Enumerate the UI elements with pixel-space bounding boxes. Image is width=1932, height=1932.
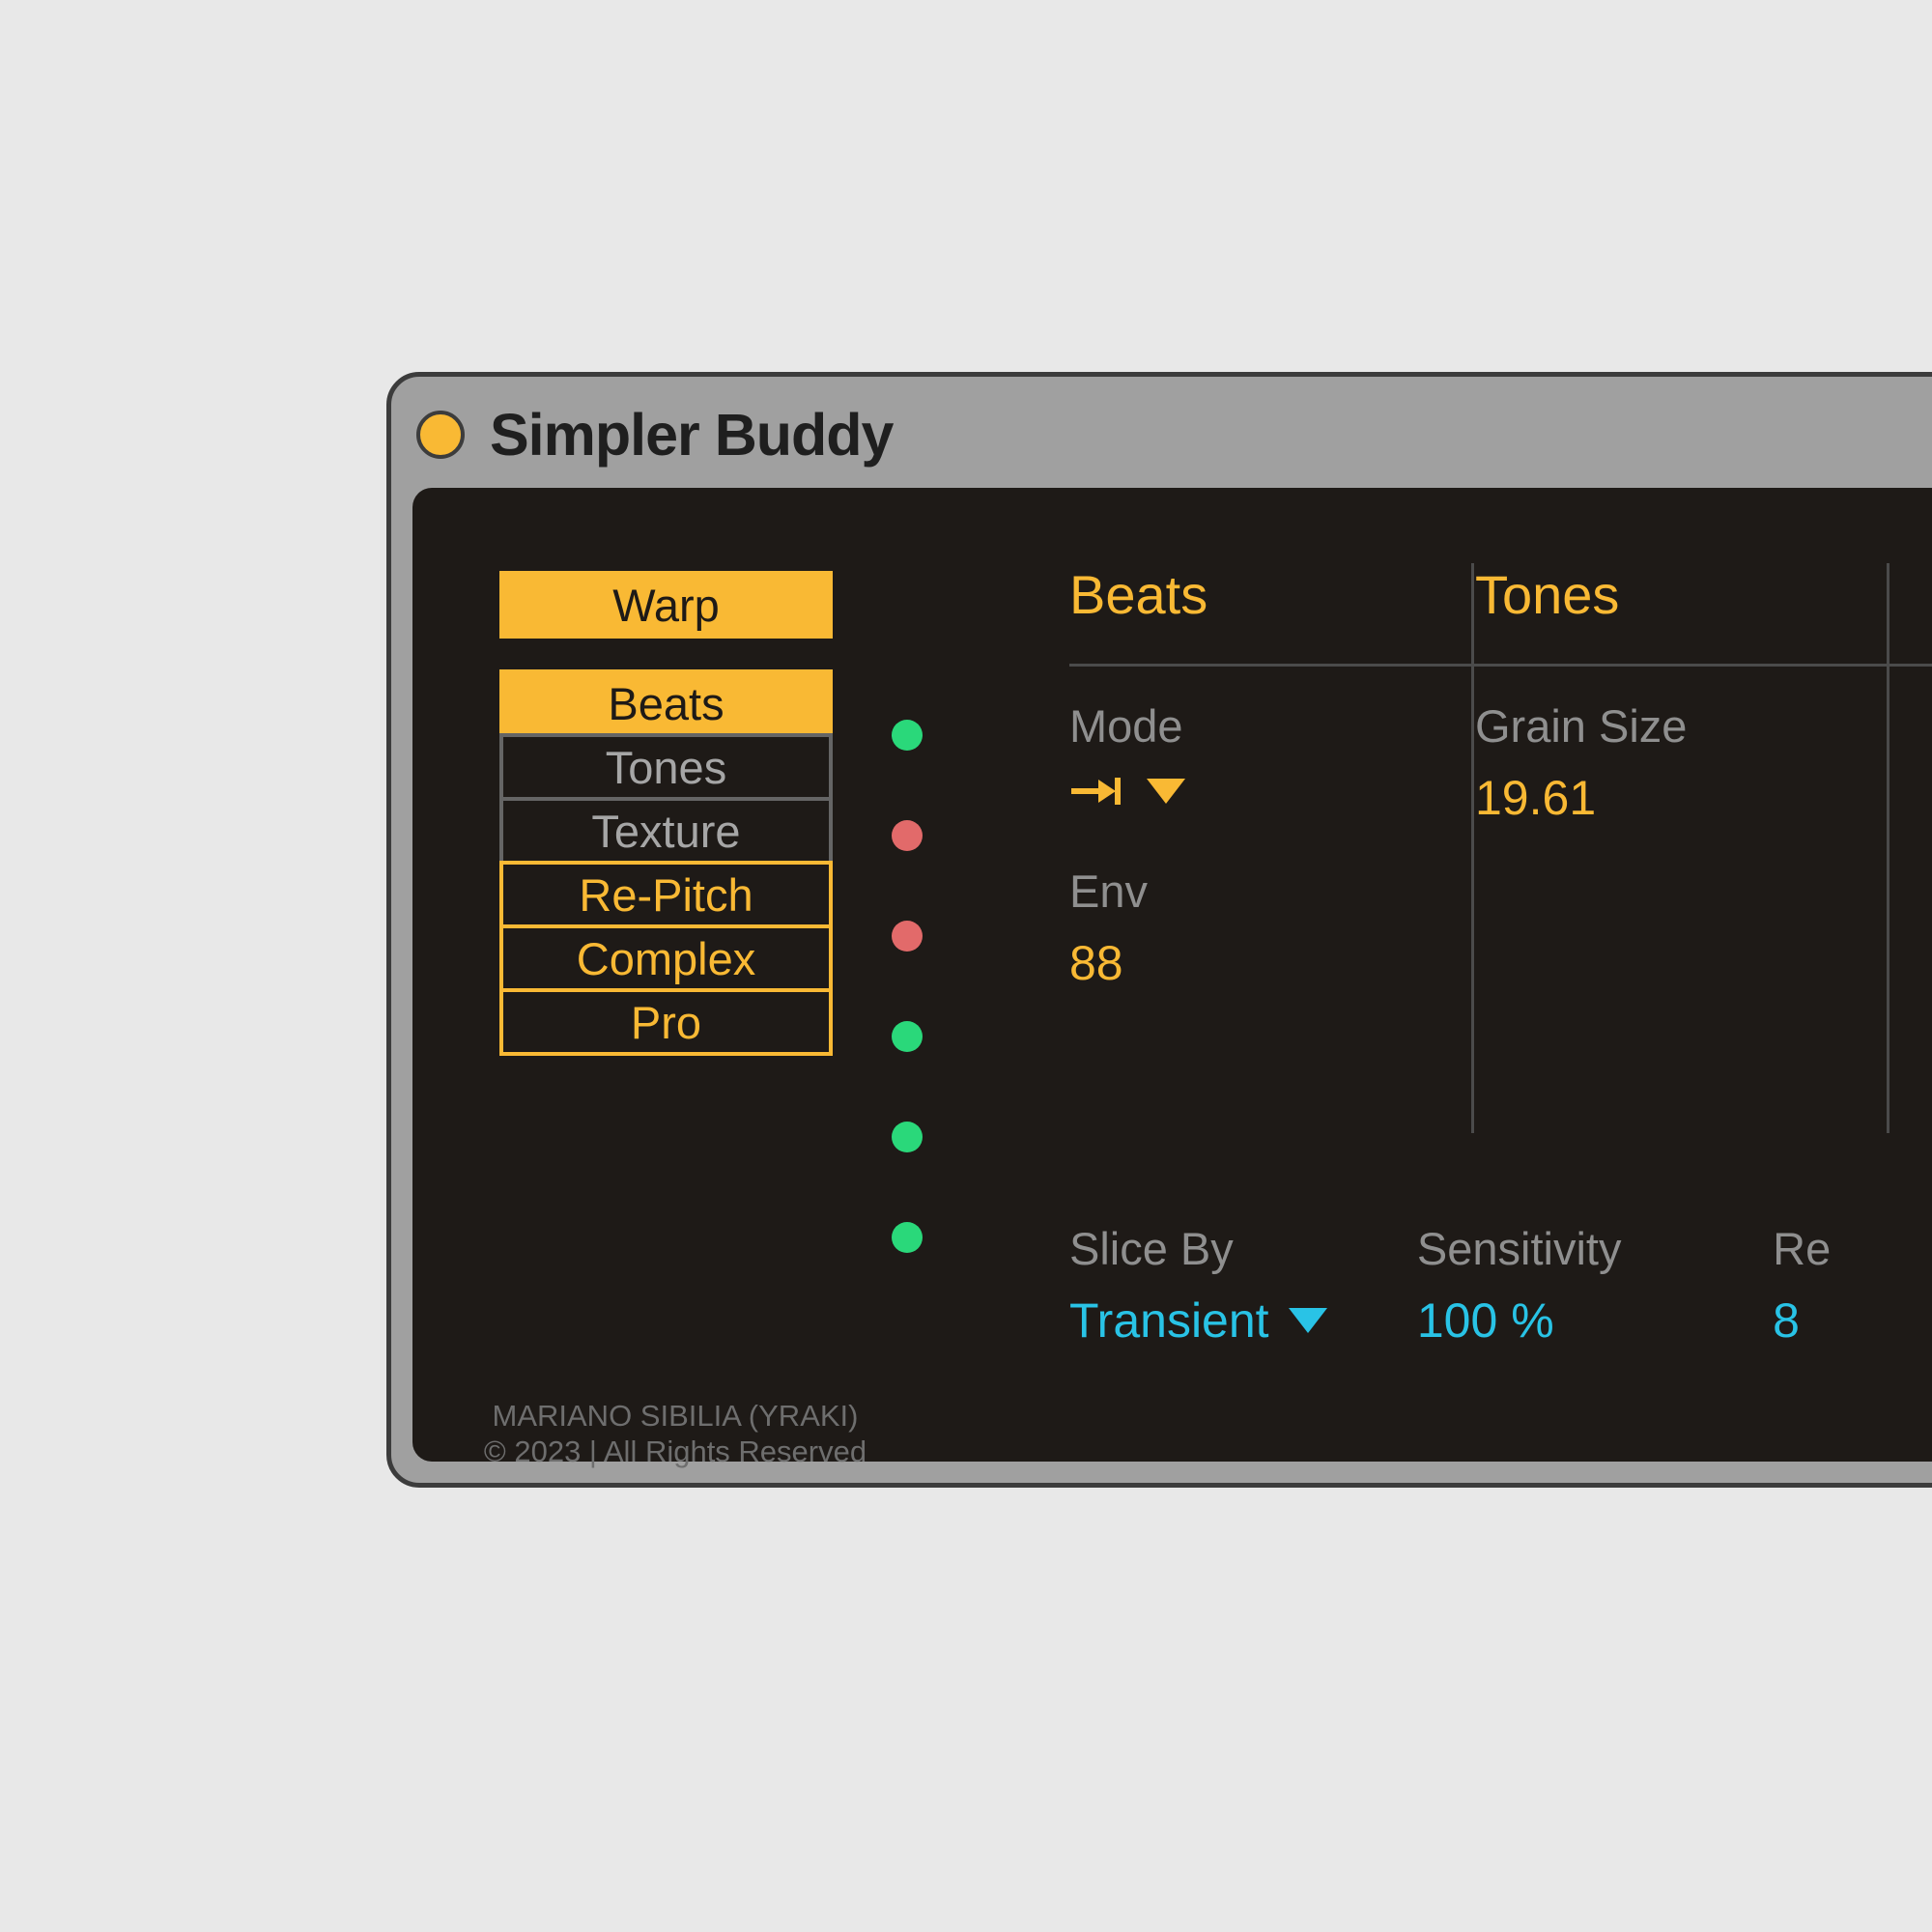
value-env[interactable]: 88 xyxy=(1069,935,1425,991)
label-env: Env xyxy=(1069,865,1425,918)
mode-button-complex[interactable]: Complex xyxy=(499,924,833,992)
led-complex xyxy=(892,1122,923,1152)
device-panel: Warp Beats Tones Texture Re-Pitch Comple… xyxy=(412,488,1932,1462)
value-sensitivity[interactable]: 100 % xyxy=(1417,1293,1722,1349)
warp-mode-column: Warp Beats Tones Texture Re-Pitch Comple… xyxy=(499,571,992,1056)
warp-button[interactable]: Warp xyxy=(499,571,833,639)
column-tones: Tones Grain Size 19.61 xyxy=(1475,563,1890,826)
led-beats xyxy=(892,720,923,751)
heading-tones: Tones xyxy=(1475,563,1840,659)
led-tones xyxy=(892,820,923,851)
sensitivity-block: Sensitivity 100 % xyxy=(1417,1222,1773,1349)
label-mode: Mode xyxy=(1069,699,1425,753)
heading-beats: Beats xyxy=(1069,563,1425,659)
device-title: Simpler Buddy xyxy=(490,401,893,469)
led-repitch xyxy=(892,1021,923,1052)
chevron-down-icon xyxy=(1147,779,1185,804)
sliceby-value: Transient xyxy=(1069,1293,1269,1349)
column-beats: Beats Mode Env 88 xyxy=(1069,563,1475,991)
sliceby-block: Slice By Transient xyxy=(1069,1222,1417,1349)
titlebar: Simpler Buddy xyxy=(391,377,1932,493)
mode-button-pro[interactable]: Pro xyxy=(499,988,833,1056)
credits: MARIANO SIBILIA (YRAKI) © 2023 | All Rig… xyxy=(463,1398,888,1469)
device-power-button[interactable] xyxy=(416,411,465,459)
mode-button-beats[interactable]: Beats xyxy=(499,669,833,737)
led-pro xyxy=(892,1222,923,1253)
regions-block: Re 8 xyxy=(1773,1222,1932,1349)
chevron-down-icon xyxy=(1289,1308,1327,1333)
led-texture xyxy=(892,921,923,952)
sliceby-dropdown[interactable]: Transient xyxy=(1069,1293,1367,1349)
mode-button-tones[interactable]: Tones xyxy=(499,733,833,801)
label-sensitivity: Sensitivity xyxy=(1417,1222,1722,1275)
credits-line2: © 2023 | All Rights Reserved xyxy=(463,1434,888,1469)
label-sliceby: Slice By xyxy=(1069,1222,1367,1275)
transient-loop-icon xyxy=(1069,774,1123,809)
mode-button-repitch[interactable]: Re-Pitch xyxy=(499,861,833,928)
value-grain[interactable]: 19.61 xyxy=(1475,770,1840,826)
plugin-window: Simpler Buddy Warp Beats Tones Texture R… xyxy=(386,372,1932,1488)
mode-button-texture[interactable]: Texture xyxy=(499,797,833,865)
mode-dropdown[interactable] xyxy=(1069,774,1425,809)
label-grain: Grain Size xyxy=(1475,699,1840,753)
slice-row: Slice By Transient Sensitivity 100 % Re … xyxy=(1069,1222,1932,1349)
label-regions: Re xyxy=(1773,1222,1932,1275)
credits-line1: MARIANO SIBILIA (YRAKI) xyxy=(463,1398,888,1434)
value-regions[interactable]: 8 xyxy=(1773,1293,1932,1349)
